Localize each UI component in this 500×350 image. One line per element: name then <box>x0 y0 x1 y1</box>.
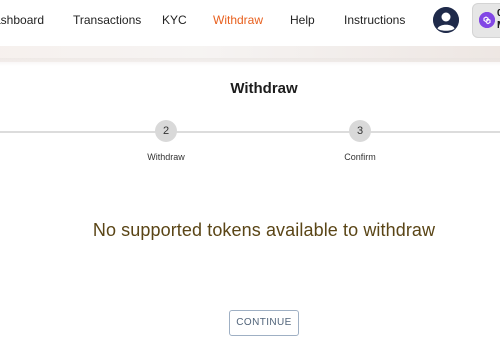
nav-instructions[interactable]: Instructions <box>344 12 405 28</box>
page-title: Withdraw <box>230 80 298 97</box>
navbar-shadow <box>0 58 500 66</box>
nav-kyc[interactable]: KYC <box>162 12 187 28</box>
step-2-indicator: 2 <box>155 120 177 142</box>
wallet-button[interactable]: 0 M <box>472 3 500 38</box>
step-3-label: Confirm <box>344 152 376 162</box>
continue-button[interactable]: CONTINUE <box>229 310 299 336</box>
no-tokens-message: No supported tokens available to withdra… <box>92 220 436 240</box>
nav-transactions[interactable]: Transactions <box>73 12 141 28</box>
nav-dashboard[interactable]: ashboard <box>0 12 44 28</box>
withdraw-page: ashboard Transactions KYC Withdraw Help … <box>0 0 500 350</box>
nav-help[interactable]: Help <box>290 12 315 28</box>
stepper-track <box>0 131 500 133</box>
step-3-indicator: 3 <box>349 120 371 142</box>
step-2-label: Withdraw <box>147 152 185 162</box>
top-navbar: ashboard Transactions KYC Withdraw Help … <box>0 0 500 48</box>
polygon-chain-icon <box>479 12 495 28</box>
nav-withdraw[interactable]: Withdraw <box>213 12 263 28</box>
user-avatar-icon[interactable] <box>433 7 459 33</box>
